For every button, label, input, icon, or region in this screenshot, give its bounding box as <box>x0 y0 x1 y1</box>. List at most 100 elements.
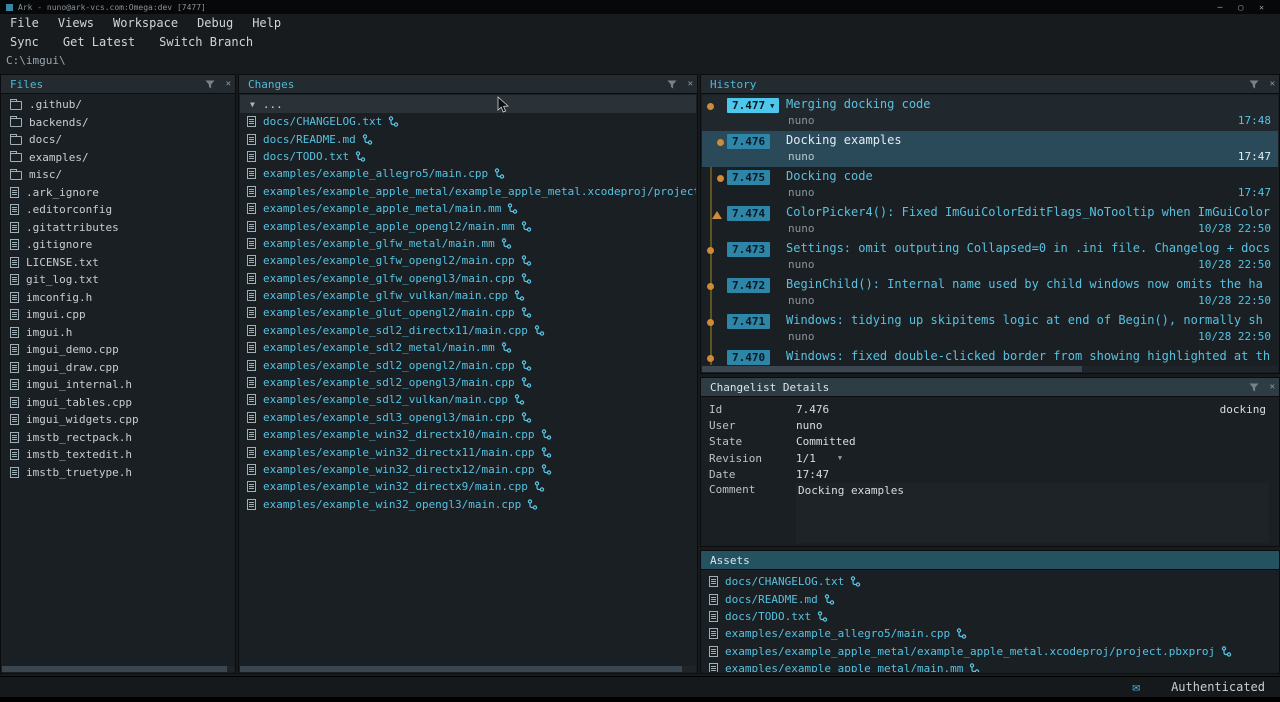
history-commit-row[interactable]: 7.473 ▼ Settings: omit outputing Collaps… <box>702 239 1278 275</box>
changed-file-row[interactable]: examples/example_glut_opengl2/main.cpp <box>242 304 696 321</box>
changed-file-row[interactable]: examples/example_sdl2_vulkan/main.cpp <box>242 391 696 408</box>
close-panel-icon[interactable]: ✕ <box>226 80 231 89</box>
changed-file-row[interactable]: examples/example_glfw_opengl2/main.cpp <box>242 252 696 269</box>
revision-number: 7.470 <box>732 351 765 364</box>
menu-item[interactable]: Workspace <box>113 16 178 30</box>
close-button[interactable]: ✕ <box>1259 3 1264 12</box>
file-tree-item[interactable]: .ark_ignore <box>4 184 232 202</box>
file-tree-item[interactable]: imstb_rectpack.h <box>4 429 232 447</box>
changed-file-row[interactable]: examples/example_win32_directx11/main.cp… <box>242 443 696 460</box>
menu-item[interactable]: Help <box>252 16 281 30</box>
filter-icon[interactable] <box>667 80 677 89</box>
history-commit-row[interactable]: 7.471 ▼ Windows: tidying up skipitems lo… <box>702 311 1278 347</box>
changed-file-row[interactable]: examples/example_sdl2_opengl3/main.cpp <box>242 374 696 391</box>
comment-textarea[interactable]: Docking examples <box>796 483 1269 543</box>
file-tree-item[interactable]: imgui_demo.cpp <box>4 341 232 359</box>
changed-file-row[interactable]: examples/example_apple_metal/main.mm <box>242 200 696 217</box>
file-tree-item[interactable]: backends/ <box>4 114 232 132</box>
history-commit-row[interactable]: 7.474 ▼ ColorPicker4(): Fixed ImGuiColor… <box>702 203 1278 239</box>
changed-file-row[interactable]: examples/example_win32_directx9/main.cpp <box>242 478 696 495</box>
file-tree-item[interactable]: imconfig.h <box>4 289 232 307</box>
menu-item[interactable]: Debug <box>197 16 233 30</box>
changed-file-row[interactable]: examples/example_win32_directx12/main.cp… <box>242 461 696 478</box>
maximize-button[interactable]: ▢ <box>1238 3 1243 12</box>
changed-file-row[interactable]: examples/example_sdl2_metal/main.mm <box>242 339 696 356</box>
revision-dropdown-icon[interactable]: ▼ <box>838 454 842 462</box>
file-tree-item[interactable]: docs/ <box>4 131 232 149</box>
changed-file-row[interactable]: examples/example_glfw_vulkan/main.cpp <box>242 287 696 304</box>
changed-file-row[interactable]: docs/README.md <box>242 130 696 147</box>
revision-badge[interactable]: 7.472 ▼ <box>727 278 770 293</box>
filter-icon[interactable] <box>1249 383 1259 392</box>
changed-file-row[interactable]: examples/example_sdl2_directx11/main.cpp <box>242 322 696 339</box>
changed-file-path: examples/example_allegro5/main.cpp <box>263 167 488 180</box>
asset-file-row[interactable]: examples/example_apple_metal/example_app… <box>704 643 1278 660</box>
file-tree-item[interactable]: examples/ <box>4 149 232 167</box>
filter-icon[interactable] <box>205 80 215 89</box>
file-tree-item[interactable]: imgui.cpp <box>4 306 232 324</box>
revision-badge[interactable]: 7.475 ▼ <box>727 170 770 185</box>
toolbar-button[interactable]: Switch Branch <box>159 35 253 49</box>
asset-file-row[interactable]: examples/example_apple_metal/main.mm <box>704 660 1278 672</box>
files-horizontal-scrollbar[interactable] <box>2 666 234 672</box>
history-commit-row[interactable]: 7.477 ▼ Merging docking code nuno 17:48 <box>702 95 1278 131</box>
file-tree-item[interactable]: imstb_truetype.h <box>4 464 232 482</box>
changed-file-row[interactable]: examples/example_allegro5/main.cpp <box>242 165 696 182</box>
history-commit-row[interactable]: 7.472 ▼ BeginChild(): Internal name used… <box>702 275 1278 311</box>
asset-file-row[interactable]: docs/README.md <box>704 590 1278 607</box>
history-horizontal-scrollbar[interactable] <box>702 366 1278 372</box>
menu-item[interactable]: File <box>10 16 39 30</box>
file-tree-item[interactable]: .gitattributes <box>4 219 232 237</box>
date-value: 17:47 <box>796 468 829 481</box>
close-panel-icon[interactable]: ✕ <box>1270 383 1275 392</box>
file-tree-item[interactable]: imgui_internal.h <box>4 376 232 394</box>
file-tree-item[interactable]: misc/ <box>4 166 232 184</box>
asset-file-row[interactable]: examples/example_allegro5/main.cpp <box>704 625 1278 642</box>
file-tree-item[interactable]: imgui_tables.cpp <box>4 394 232 412</box>
toolbar-button[interactable]: Sync <box>10 35 39 49</box>
history-commit-row[interactable]: 7.476 ▼ Docking examples nuno 17:47 <box>702 131 1278 167</box>
file-tree-item[interactable]: git_log.txt <box>4 271 232 289</box>
file-tree-item[interactable]: imgui_draw.cpp <box>4 359 232 377</box>
file-tree-item[interactable]: .gitignore <box>4 236 232 254</box>
asset-file-path: docs/README.md <box>725 593 818 606</box>
revision-badge[interactable]: 7.473 ▼ <box>727 242 770 257</box>
assets-panel-header[interactable]: Assets <box>701 551 1279 570</box>
revision-badge[interactable]: 7.477 ▼ <box>727 98 779 113</box>
history-commit-row[interactable]: 7.470 ▼ Windows: fixed double-clicked bo… <box>702 347 1278 365</box>
close-panel-icon[interactable]: ✕ <box>688 80 693 89</box>
asset-file-row[interactable]: docs/CHANGELOG.txt <box>704 573 1278 590</box>
changed-file-row[interactable]: examples/example_win32_directx10/main.cp… <box>242 426 696 443</box>
changed-file-row[interactable]: examples/example_glfw_metal/main.mm <box>242 235 696 252</box>
filter-icon[interactable] <box>1249 80 1259 89</box>
commit-time: 10/28 22:50 <box>1198 222 1271 235</box>
file-tree-item[interactable]: LICENSE.txt <box>4 254 232 272</box>
changed-file-row[interactable]: examples/example_sdl2_opengl2/main.cpp <box>242 356 696 373</box>
revision-badge[interactable]: 7.470 ▼ <box>727 350 770 365</box>
revision-badge[interactable]: 7.476 ▼ <box>727 134 770 149</box>
changed-file-row[interactable]: examples/example_sdl3_opengl3/main.cpp <box>242 409 696 426</box>
revision-badge[interactable]: 7.474 ▼ <box>727 206 770 221</box>
changed-file-row[interactable]: examples/example_apple_metal/example_app… <box>242 183 696 200</box>
changed-file-row[interactable]: examples/example_glfw_opengl3/main.cpp <box>242 270 696 287</box>
minimize-button[interactable]: ─ <box>1218 3 1223 12</box>
revision-badge[interactable]: 7.471 ▼ <box>727 314 770 329</box>
history-commit-row[interactable]: 7.475 ▼ Docking code nuno 17:47 <box>702 167 1278 203</box>
file-tree-item[interactable]: imstb_textedit.h <box>4 446 232 464</box>
changed-file-row[interactable]: examples/example_win32_opengl3/main.cpp <box>242 496 696 513</box>
file-tree-item[interactable]: .editorconfig <box>4 201 232 219</box>
changes-root-node[interactable]: ▼ ... <box>240 95 696 113</box>
asset-file-row[interactable]: docs/TODO.txt <box>704 608 1278 625</box>
file-tree-item[interactable]: .github/ <box>4 96 232 114</box>
toolbar-button[interactable]: Get Latest <box>63 35 135 49</box>
changed-file-row[interactable]: examples/example_apple_opengl2/main.mm <box>242 217 696 234</box>
menu-item[interactable]: Views <box>58 16 94 30</box>
changed-file-row[interactable]: docs/TODO.txt <box>242 148 696 165</box>
changed-file-row[interactable]: docs/CHANGELOG.txt <box>242 113 696 130</box>
close-panel-icon[interactable]: ✕ <box>1270 80 1275 89</box>
file-tree-item[interactable]: imgui_widgets.cpp <box>4 411 232 429</box>
changes-horizontal-scrollbar[interactable] <box>240 666 696 672</box>
envelope-icon[interactable]: ✉ <box>1132 680 1140 695</box>
collapse-arrow-icon[interactable]: ▼ <box>250 100 255 109</box>
file-tree-item[interactable]: imgui.h <box>4 324 232 342</box>
